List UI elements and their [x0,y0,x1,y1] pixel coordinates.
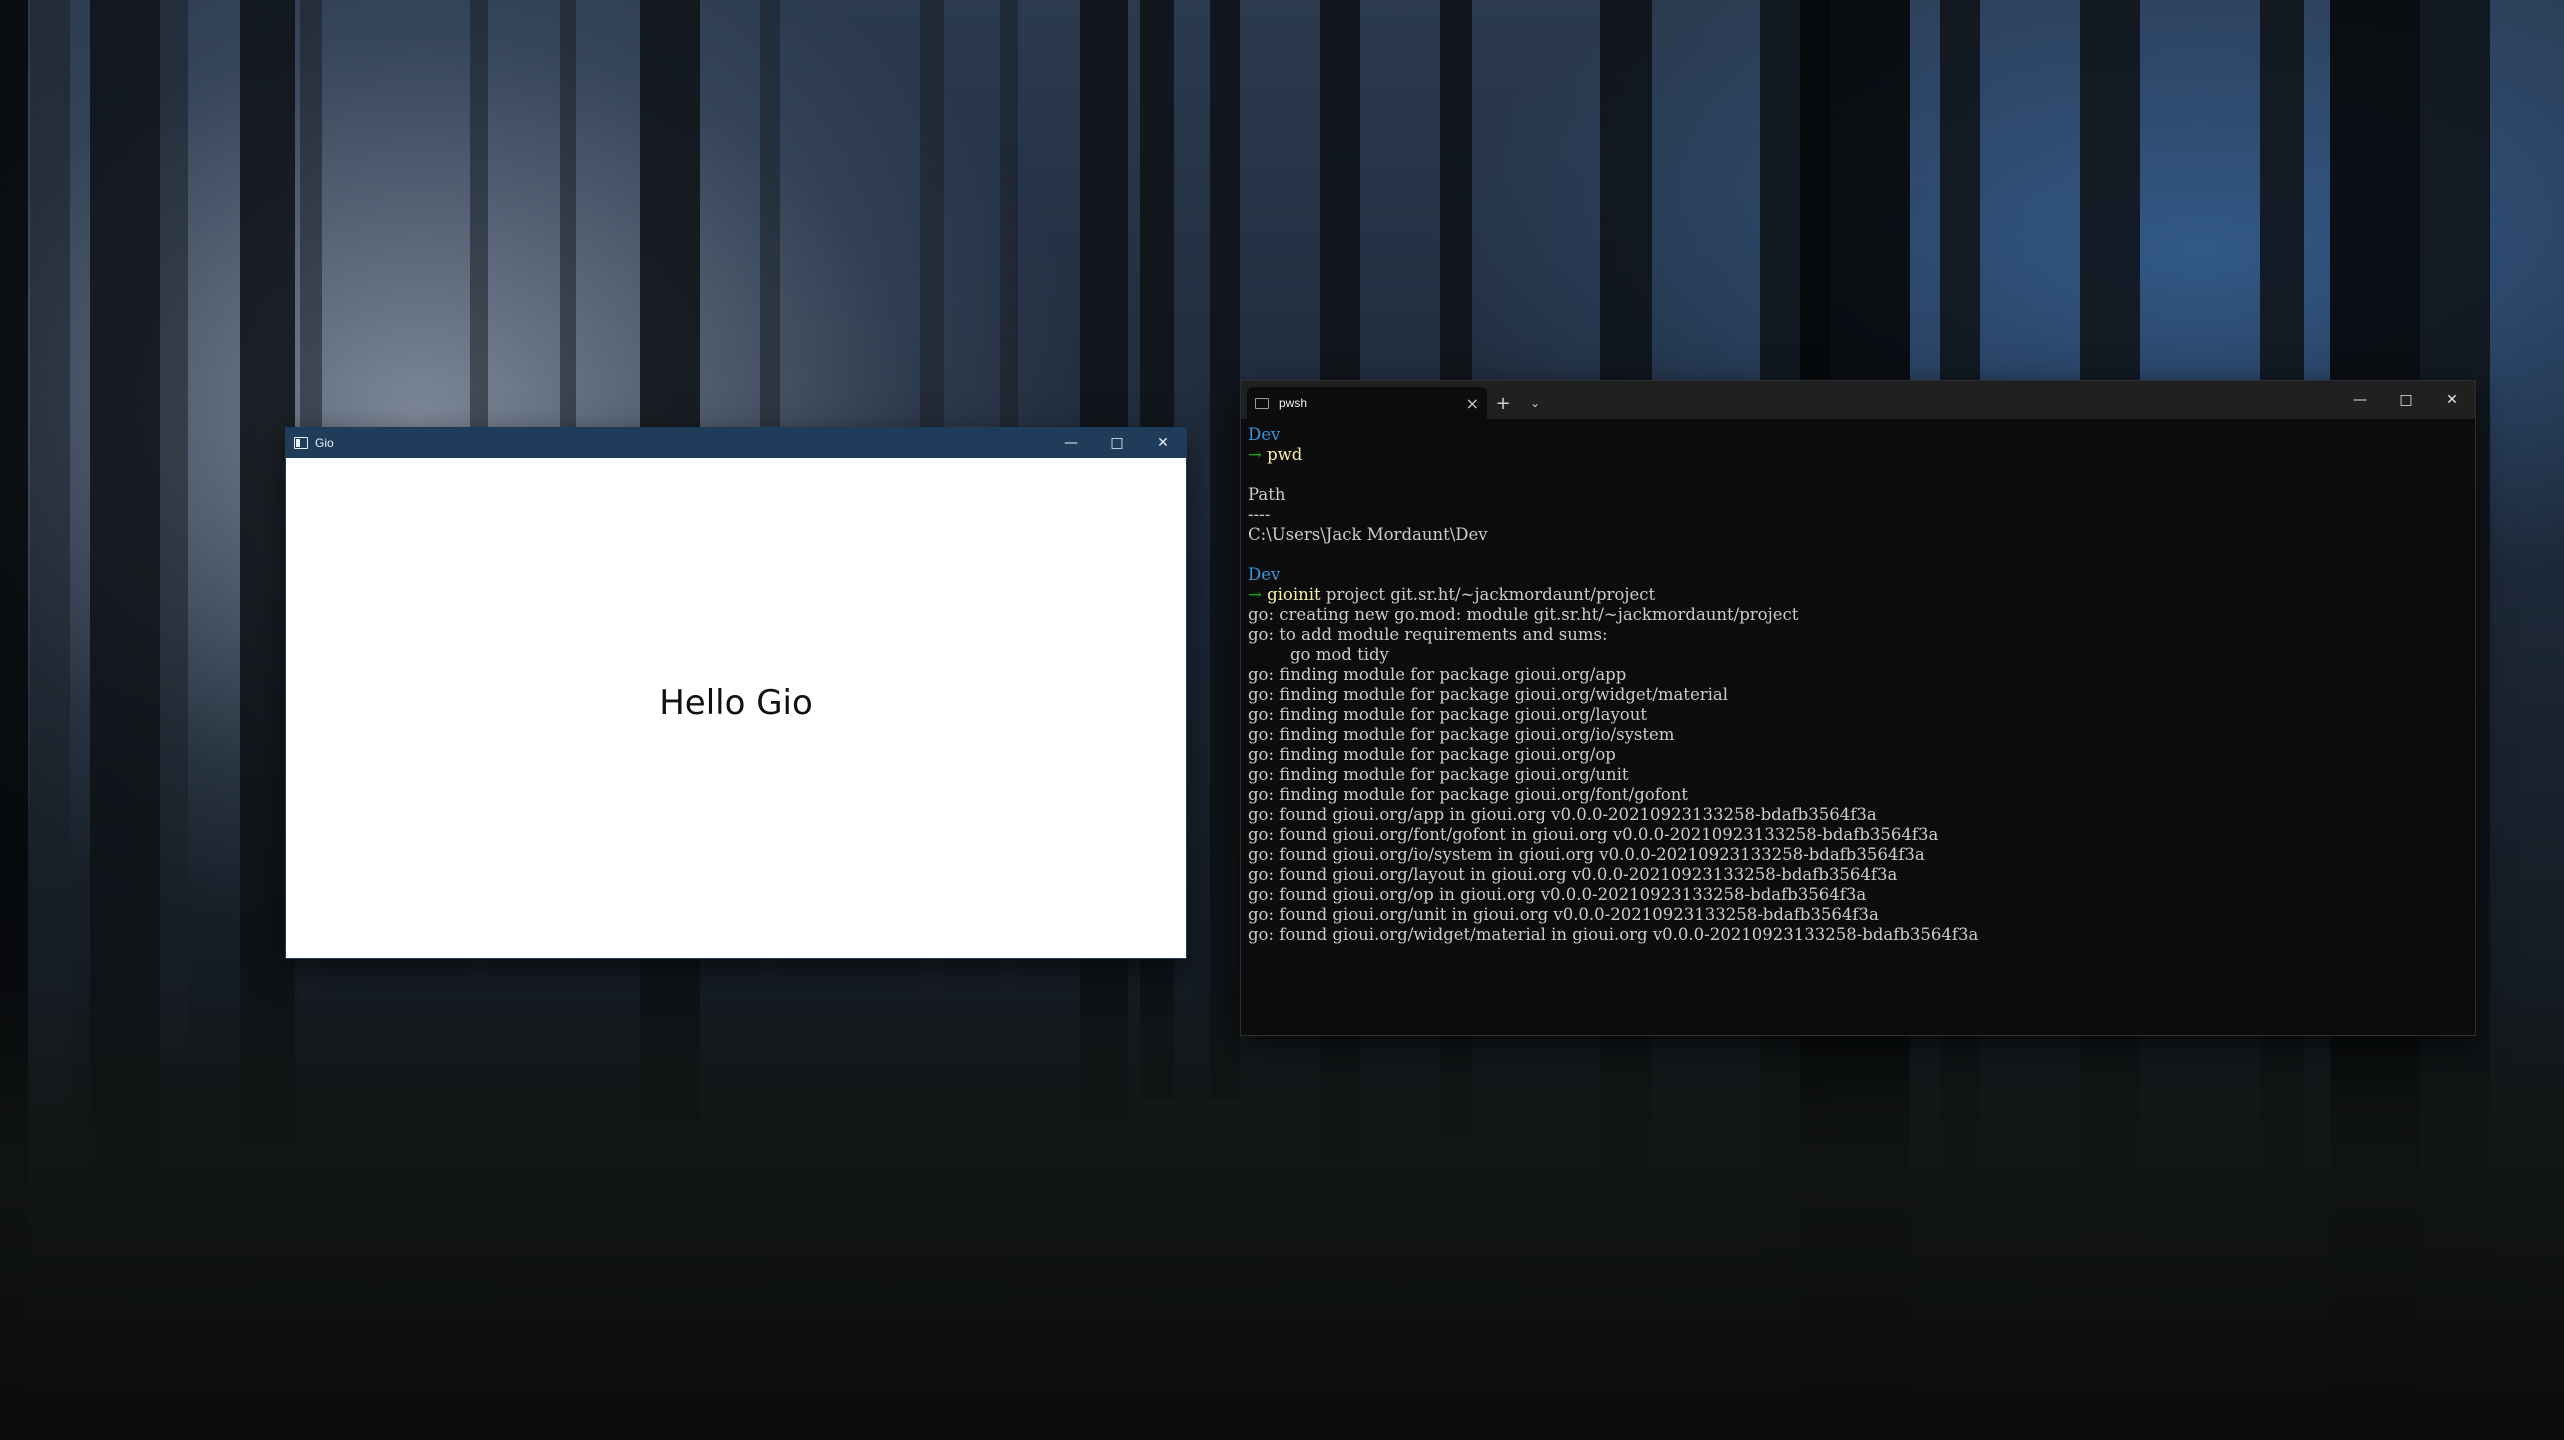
close-button[interactable]: ✕ [1140,428,1186,458]
minimize-button[interactable]: — [1048,428,1094,458]
output-text: go mod tidy [1248,645,1389,664]
terminal-line: go: found gioui.org/app in gioui.org v0.… [1248,805,2468,825]
output-text: go: finding module for package gioui.org… [1248,685,1728,704]
terminal-line: go: to add module requirements and sums: [1248,625,2468,645]
output-text: go: found gioui.org/unit in gioui.org v0… [1248,905,1879,924]
terminal-line: → gioinit project git.sr.ht/~jackmordaun… [1248,585,2468,605]
gio-titlebar[interactable]: Gio — □ ✕ [286,428,1186,458]
maximize-button[interactable]: □ [1094,428,1140,458]
output-text: go: finding module for package gioui.org… [1248,765,1629,784]
gio-window[interactable]: Gio — □ ✕ Hello Gio [285,427,1187,959]
close-icon: ✕ [1157,435,1169,451]
output-text: go: found gioui.org/font/gofont in gioui… [1248,825,1939,844]
output-text: C:\Users\Jack Mordaunt\Dev [1248,525,1488,544]
terminal-line: go: found gioui.org/unit in gioui.org v0… [1248,905,2468,925]
close-icon: ✕ [2446,392,2458,408]
output-text: go: finding module for package gioui.org… [1248,705,1647,724]
new-tab-button[interactable]: + [1487,387,1519,419]
tab-dropdown-chevron-icon[interactable]: ⌄ [1519,387,1551,419]
terminal-minimize-button[interactable]: — [2337,381,2383,419]
output-text: go: finding module for package gioui.org… [1248,725,1675,744]
app-window-icon [294,437,308,449]
terminal-line: go: found gioui.org/widget/material in g… [1248,925,2468,945]
hello-label: Hello Gio [659,683,813,723]
gio-content-area: Hello Gio [286,458,1186,958]
gio-window-title: Gio [315,436,334,450]
output-text: Path [1248,485,1286,504]
terminal-line: go: finding module for package gioui.org… [1248,725,2468,745]
desktop-wallpaper: Gio — □ ✕ Hello Gio pwsh × + ⌄ — □ ✕ Dev… [0,0,2564,1440]
terminal-line: Path [1248,485,2468,505]
output-text: go: found gioui.org/app in gioui.org v0.… [1248,805,1877,824]
terminal-line: C:\Users\Jack Mordaunt\Dev [1248,525,2468,545]
terminal-line: go: finding module for package gioui.org… [1248,685,2468,705]
terminal-line: go: finding module for package gioui.org… [1248,665,2468,685]
prompt-directory: Dev [1248,425,1281,444]
terminal-titlebar[interactable]: pwsh × + ⌄ — □ ✕ [1241,381,2475,419]
output-text: go: to add module requirements and sums: [1248,625,1608,644]
terminal-line: go mod tidy [1248,645,2468,665]
terminal-line: go: finding module for package gioui.org… [1248,705,2468,725]
output-text: go: found gioui.org/layout in gioui.org … [1248,865,1898,884]
minimize-icon: — [2353,392,2367,408]
tab-close-icon[interactable]: × [1466,394,1479,413]
prompt-arrow-icon: → [1248,585,1262,604]
output-text: go: found gioui.org/widget/material in g… [1248,925,1979,944]
output-text: go: creating new go.mod: module git.sr.h… [1248,605,1799,624]
terminal-line: → pwd [1248,445,2468,465]
terminal-line: go: finding module for package gioui.org… [1248,765,2468,785]
terminal-line: go: found gioui.org/font/gofont in gioui… [1248,825,2468,845]
terminal-line: go: found gioui.org/layout in gioui.org … [1248,865,2468,885]
prompt-arrow-icon: → [1248,445,1262,464]
maximize-icon: □ [1110,435,1124,451]
terminal-line: Dev [1248,565,2468,585]
output-text: go: finding module for package gioui.org… [1248,785,1688,804]
terminal-maximize-button[interactable]: □ [2383,381,2429,419]
forest-ground [0,980,2564,1440]
terminal-line: ---- [1248,505,2468,525]
tab-label: pwsh [1279,396,1308,410]
output-text: go: found gioui.org/op in gioui.org v0.0… [1248,885,1867,904]
output-text: go: finding module for package gioui.org… [1248,665,1627,684]
output-text: ---- [1248,505,1271,524]
command-args: project git.sr.ht/~jackmordaunt/project [1320,585,1656,604]
output-text: go: finding module for package gioui.org… [1248,745,1616,764]
output-text: go: found gioui.org/io/system in gioui.o… [1248,845,1925,864]
terminal-line: go: found gioui.org/io/system in gioui.o… [1248,845,2468,865]
maximize-icon: □ [2399,392,2413,408]
terminal-line: go: found gioui.org/op in gioui.org v0.0… [1248,885,2468,905]
tab-pwsh[interactable]: pwsh × [1247,387,1487,419]
minimize-icon: — [1064,435,1078,451]
terminal-line: go: creating new go.mod: module git.sr.h… [1248,605,2468,625]
terminal-line: Dev [1248,425,2468,445]
terminal-icon [1255,397,1269,409]
command-name: pwd [1267,445,1303,464]
terminal-close-button[interactable]: ✕ [2429,381,2475,419]
prompt-directory: Dev [1248,565,1281,584]
command-name: gioinit [1267,585,1321,604]
terminal-line: go: finding module for package gioui.org… [1248,785,2468,805]
terminal-window[interactable]: pwsh × + ⌄ — □ ✕ Dev → pwd Path ---- C:\User… [1240,380,2476,1036]
terminal-output[interactable]: Dev → pwd Path ---- C:\Users\Jack Mordaunt\D… [1241,419,2475,951]
terminal-line: go: finding module for package gioui.org… [1248,745,2468,765]
